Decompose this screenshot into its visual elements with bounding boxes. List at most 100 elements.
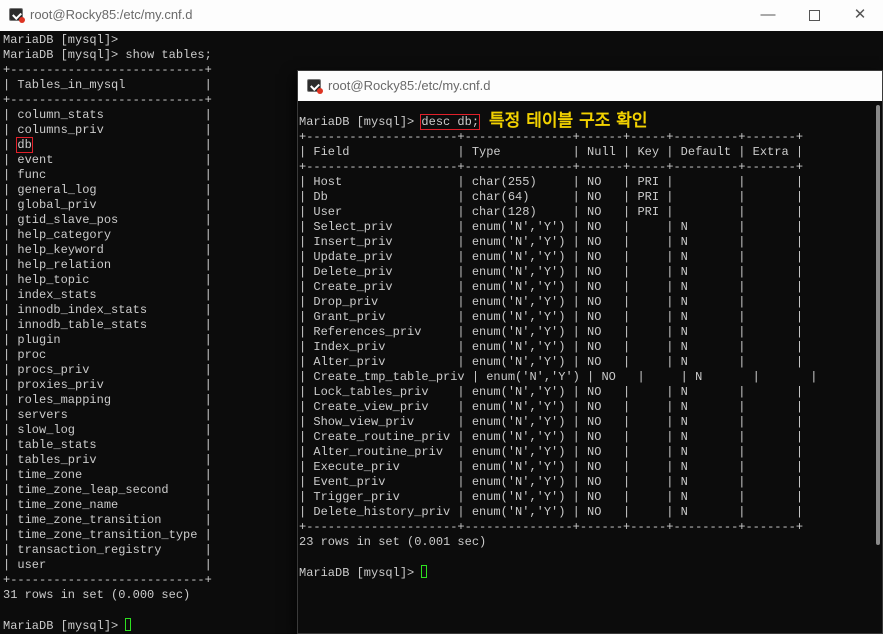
terminal-line: | time_zone_name | xyxy=(3,498,212,513)
line-text: | Create_routine_priv | enum('N','Y') | … xyxy=(299,430,804,444)
line-text: | Lock_tables_priv | enum('N','Y') | NO … xyxy=(299,385,804,399)
line-text: | Trigger_priv | enum('N','Y') | NO | | … xyxy=(299,490,804,504)
line-text: | Index_priv | enum('N','Y') | NO | | N … xyxy=(299,340,804,354)
cursor xyxy=(125,618,132,631)
line-text: +---------------------+---------------+-… xyxy=(299,160,804,174)
terminal-line: | plugin | xyxy=(3,333,212,348)
highlighted-text: desc db; xyxy=(420,114,481,130)
line-text: MariaDB [mysql]> xyxy=(299,566,422,580)
line-text: | Select_priv | enum('N','Y') | NO | | N… xyxy=(299,220,804,234)
line-text: MariaDB [mysql]> xyxy=(299,115,422,129)
terminal-line: MariaDB [mysql]> xyxy=(299,565,817,581)
terminal-line: | Update_priv | enum('N','Y') | NO | | N… xyxy=(299,250,817,265)
line-text: | Grant_priv | enum('N','Y') | NO | | N … xyxy=(299,310,804,324)
terminal-line: | user | xyxy=(3,558,212,573)
line-text: | Db | char(64) | NO | PRI | | | xyxy=(299,190,804,204)
line-text: | columns_priv | xyxy=(3,123,212,137)
terminal-line: | procs_priv | xyxy=(3,363,212,378)
line-text-after: | xyxy=(31,138,212,152)
line-text: | help_relation | xyxy=(3,258,212,272)
title-bar[interactable]: root@Rocky85:/etc/my.cnf.d xyxy=(298,71,882,101)
line-text: | innodb_index_stats | xyxy=(3,303,212,317)
terminal-line: | Create_tmp_table_priv | enum('N','Y') … xyxy=(299,370,817,385)
line-text: | help_topic | xyxy=(3,273,212,287)
line-text: | user | xyxy=(3,558,212,572)
terminal-line: | Index_priv | enum('N','Y') | NO | | N … xyxy=(299,340,817,355)
line-text: | Tables_in_mysql | xyxy=(3,78,212,92)
terminal-line: +---------------------------+ xyxy=(3,63,212,78)
terminal-line: | Lock_tables_priv | enum('N','Y') | NO … xyxy=(299,385,817,400)
terminal-line: | Create_routine_priv | enum('N','Y') | … xyxy=(299,430,817,445)
close-button[interactable]: ✕ xyxy=(837,0,883,31)
terminal-line: | Trigger_priv | enum('N','Y') | NO | | … xyxy=(299,490,817,505)
window-title: root@Rocky85:/etc/my.cnf.d xyxy=(30,7,193,22)
highlighted-text: db xyxy=(16,137,33,153)
title-bar[interactable]: root@Rocky85:/etc/my.cnf.d — ✕ xyxy=(0,0,883,31)
terminal-line: | Show_view_priv | enum('N','Y') | NO | … xyxy=(299,415,817,430)
terminal-line: | column_stats | xyxy=(3,108,212,123)
line-text: | gtid_slave_pos | xyxy=(3,213,212,227)
line-text: +---------------------------+ xyxy=(3,93,212,107)
line-text: | global_priv | xyxy=(3,198,212,212)
annotation-label: 특정 테이블 구조 확인 xyxy=(489,111,648,131)
line-text: +---------------------------+ xyxy=(3,573,212,587)
terminal-line: | Alter_routine_priv | enum('N','Y') | N… xyxy=(299,445,817,460)
line-text: | Create_view_priv | enum('N','Y') | NO … xyxy=(299,400,804,414)
scrollbar-thumb[interactable] xyxy=(876,105,880,545)
terminal-window-front[interactable]: root@Rocky85:/etc/my.cnf.d MariaDB [mysq… xyxy=(297,70,883,634)
terminal-line: | help_category | xyxy=(3,228,212,243)
terminal-line: | Grant_priv | enum('N','Y') | NO | | N … xyxy=(299,310,817,325)
line-text: +---------------------------+ xyxy=(3,63,212,77)
line-text: +---------------------+---------------+-… xyxy=(299,520,804,534)
line-text: | help_category | xyxy=(3,228,212,242)
terminal-line: | innodb_table_stats | xyxy=(3,318,212,333)
maximize-button[interactable] xyxy=(791,0,837,31)
line-text: | proc | xyxy=(3,348,212,362)
line-text: MariaDB [mysql]> xyxy=(3,33,119,47)
line-text: | help_keyword | xyxy=(3,243,212,257)
terminal-line: | innodb_index_stats | xyxy=(3,303,212,318)
terminal-line: | help_topic | xyxy=(3,273,212,288)
terminal-line: | Drop_priv | enum('N','Y') | NO | | N |… xyxy=(299,295,817,310)
line-text: MariaDB [mysql]> xyxy=(3,619,126,633)
line-text: | column_stats | xyxy=(3,108,212,122)
terminal-output[interactable]: MariaDB [mysql]> desc db; 특정 테이블 구조 확인 +--… xyxy=(299,113,817,581)
terminal-line: | global_priv | xyxy=(3,198,212,213)
line-text: | Alter_routine_priv | enum('N','Y') | N… xyxy=(299,445,804,459)
line-text: | Drop_priv | enum('N','Y') | NO | | N |… xyxy=(299,295,804,309)
terminal-line: | time_zone_transition_type | xyxy=(3,528,212,543)
terminal-line: | Host | char(255) | NO | PRI | | | xyxy=(299,175,817,190)
terminal-line: | proxies_priv | xyxy=(3,378,212,393)
line-text: | slow_log | xyxy=(3,423,212,437)
line-text: | Execute_priv | enum('N','Y') | NO | | … xyxy=(299,460,804,474)
terminal-line: +---------------------+---------------+-… xyxy=(299,520,817,535)
terminal-line: +---------------------+---------------+-… xyxy=(299,130,817,145)
line-text: | roles_mapping | xyxy=(3,393,212,407)
line-text: | index_stats | xyxy=(3,288,212,302)
line-text: | Show_view_priv | enum('N','Y') | NO | … xyxy=(299,415,804,429)
terminal-line: +---------------------+---------------+-… xyxy=(299,160,817,175)
terminal-line: | Field | Type | Null | Key | Default | … xyxy=(299,145,817,160)
line-text: | tables_priv | xyxy=(3,453,212,467)
line-text: | Insert_priv | enum('N','Y') | NO | | N… xyxy=(299,235,804,249)
line-text: | Create_priv | enum('N','Y') | NO | | N… xyxy=(299,280,804,294)
terminal-output[interactable]: MariaDB [mysql]> MariaDB [mysql]> show ta… xyxy=(3,33,212,634)
terminal-line: | proc | xyxy=(3,348,212,363)
scrollbar[interactable] xyxy=(875,105,881,633)
terminal-line: | time_zone_leap_second | xyxy=(3,483,212,498)
terminal-line: | servers | xyxy=(3,408,212,423)
terminal-line: MariaDB [mysql]> show tables; xyxy=(3,48,212,63)
line-text: | proxies_priv | xyxy=(3,378,212,392)
line-text: | References_priv | enum('N','Y') | NO |… xyxy=(299,325,804,339)
terminal-line: | Execute_priv | enum('N','Y') | NO | | … xyxy=(299,460,817,475)
terminal-line: 31 rows in set (0.000 sec) xyxy=(3,588,212,603)
line-text: | Delete_priv | enum('N','Y') | NO | | N… xyxy=(299,265,804,279)
line-text: | time_zone_transition_type | xyxy=(3,528,212,542)
terminal-line: | db | xyxy=(3,137,212,153)
terminal-line: | roles_mapping | xyxy=(3,393,212,408)
terminal-line: MariaDB [mysql]> xyxy=(3,618,212,634)
terminal-line: | User | char(128) | NO | PRI | | | xyxy=(299,205,817,220)
minimize-button[interactable]: — xyxy=(745,0,791,31)
terminal-line: | Delete_history_priv | enum('N','Y') | … xyxy=(299,505,817,520)
